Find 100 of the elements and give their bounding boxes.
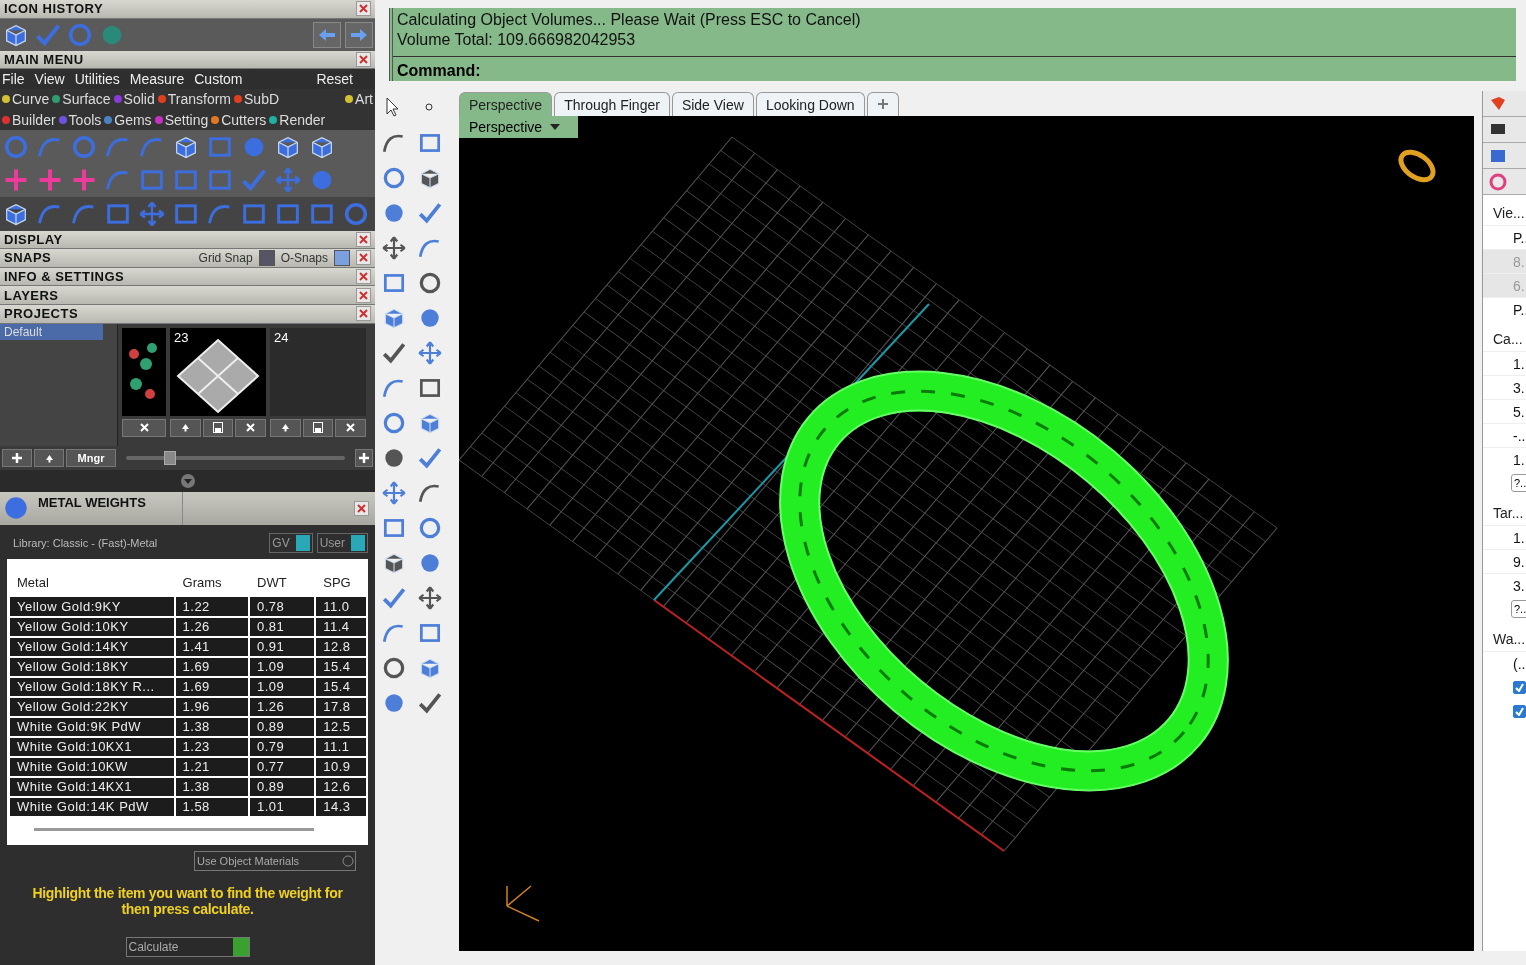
collapse-handle-icon[interactable]: [179, 472, 196, 489]
column-header[interactable]: Metal: [9, 569, 175, 597]
category-link[interactable]: Transform: [157, 91, 232, 108]
add-tab-button[interactable]: [866, 92, 899, 116]
menu-item[interactable]: Custom: [194, 71, 243, 88]
ring-icon[interactable]: [381, 655, 407, 681]
close-button[interactable]: [356, 287, 371, 303]
command-output: Volume Total: 109.666982042953: [396, 30, 637, 50]
right-arrow-icon: [350, 27, 368, 42]
checkmark-icon[interactable]: [417, 690, 443, 716]
use-object-materials-checkbox[interactable]: Use Object Materials: [194, 851, 356, 871]
category-link[interactable]: SubD: [234, 91, 280, 108]
category-link[interactable]: Setting: [154, 111, 209, 128]
ring-icon[interactable]: [381, 165, 407, 191]
up-button[interactable]: [170, 418, 201, 437]
toggle-button[interactable]: GV: [269, 533, 313, 553]
section-header[interactable]: Tar...: [1483, 495, 1526, 525]
close-button[interactable]: [356, 250, 371, 266]
up-button[interactable]: [270, 418, 301, 437]
view-tab[interactable]: Perspective: [459, 92, 553, 116]
column-header[interactable]: SPG: [315, 569, 367, 597]
delete-button[interactable]: [235, 418, 266, 437]
project-thumbnail[interactable]: 24: [270, 327, 366, 416]
menu-item[interactable]: Measure: [129, 71, 185, 88]
arrows-icon[interactable]: [417, 585, 443, 611]
calculate-button[interactable]: Calculate: [125, 937, 250, 957]
add-button[interactable]: [2, 449, 32, 468]
reset-link[interactable]: Reset: [316, 71, 353, 88]
arrows-icon[interactable]: [381, 235, 407, 261]
property-checkbox[interactable]: [1513, 680, 1526, 694]
table-cell: White Gold:9K PdW: [9, 717, 175, 737]
project-thumbnail[interactable]: 23: [170, 327, 266, 416]
snap-label: O-Snaps: [280, 251, 328, 265]
checkmark-icon[interactable]: [381, 585, 407, 611]
save-button[interactable]: [202, 418, 234, 437]
column-header[interactable]: DWT: [249, 569, 316, 597]
ring-icon[interactable]: [381, 410, 407, 436]
add-button[interactable]: [355, 449, 373, 468]
category-link[interactable]: Cutters: [211, 111, 267, 128]
color-wheel-icon[interactable]: [1489, 172, 1507, 191]
toggle-button[interactable]: User: [316, 533, 368, 553]
forward-button[interactable]: [345, 21, 373, 48]
menu-item[interactable]: Utilities: [74, 71, 120, 88]
table-cell: Yellow Gold:18KY: [9, 657, 175, 677]
ring-icon[interactable]: [417, 270, 443, 296]
close-button[interactable]: [356, 231, 371, 247]
ring-icon[interactable]: [417, 515, 443, 541]
command-prompt[interactable]: Command:: [393, 56, 1516, 85]
checkmark-icon[interactable]: [417, 200, 443, 226]
panel-title: MAIN MENU: [4, 52, 85, 67]
category-link[interactable]: Art: [345, 91, 373, 108]
section-header[interactable]: Wa...: [1483, 621, 1526, 651]
property-checkbox[interactable]: [1513, 704, 1526, 718]
caret-icon: [550, 123, 561, 131]
slider-thumb[interactable]: [163, 451, 176, 466]
view-tab[interactable]: Looking Down: [755, 92, 865, 116]
category-link[interactable]: Surface: [52, 91, 111, 108]
category-link[interactable]: Tools: [58, 111, 102, 128]
category-link[interactable]: Solid: [113, 91, 155, 108]
back-button[interactable]: [313, 21, 341, 48]
project-thumbnail[interactable]: [122, 327, 166, 416]
close-button[interactable]: [354, 500, 369, 516]
view-tab[interactable]: Side View: [671, 92, 754, 116]
close-button[interactable]: [356, 269, 371, 285]
category-link[interactable]: Builder: [2, 111, 56, 128]
property-value[interactable]: (..: [1483, 651, 1526, 675]
arrows-icon[interactable]: [381, 480, 407, 506]
snap-toggle[interactable]: [334, 250, 350, 266]
close-button[interactable]: [356, 52, 371, 67]
manager-button[interactable]: Mngr: [66, 449, 116, 468]
delete-button[interactable]: [335, 418, 366, 437]
save-button[interactable]: [302, 418, 334, 437]
viewport-menu-button[interactable]: Perspective: [459, 116, 579, 138]
view-tab[interactable]: Through Finger: [554, 92, 670, 116]
menu-item[interactable]: File: [2, 71, 25, 88]
section-header[interactable]: Vie...: [1483, 195, 1526, 225]
column-header[interactable]: Grams: [174, 569, 250, 597]
close-button[interactable]: [356, 306, 371, 322]
zoom-slider[interactable]: [126, 451, 345, 466]
close-button[interactable]: [356, 1, 371, 17]
category-link[interactable]: Curve: [2, 91, 50, 108]
property-button[interactable]: ?..: [1511, 600, 1526, 618]
up-button[interactable]: [34, 449, 64, 468]
close-icon: [357, 503, 366, 513]
table-cell: White Gold:14K PdW: [9, 797, 175, 817]
arrows-icon[interactable]: [417, 340, 443, 366]
checkmark-icon[interactable]: [417, 445, 443, 471]
close-icon: [359, 272, 368, 282]
section-header[interactable]: Ca...: [1483, 321, 1526, 351]
category-link[interactable]: Gems: [104, 111, 152, 128]
hint-text: Highlight the item you want to find the weight for then press calculate.: [31, 884, 344, 917]
category-link[interactable]: Render: [269, 111, 326, 128]
up-arrow-icon: [44, 453, 54, 463]
property-button[interactable]: ?..: [1511, 474, 1526, 492]
menu-item[interactable]: View: [34, 71, 65, 88]
ring-icon: [1398, 149, 1436, 183]
snap-toggle[interactable]: [258, 250, 275, 266]
close-icon: [246, 423, 256, 433]
delete-button[interactable]: [122, 418, 166, 437]
checkmark-icon[interactable]: [381, 340, 407, 366]
